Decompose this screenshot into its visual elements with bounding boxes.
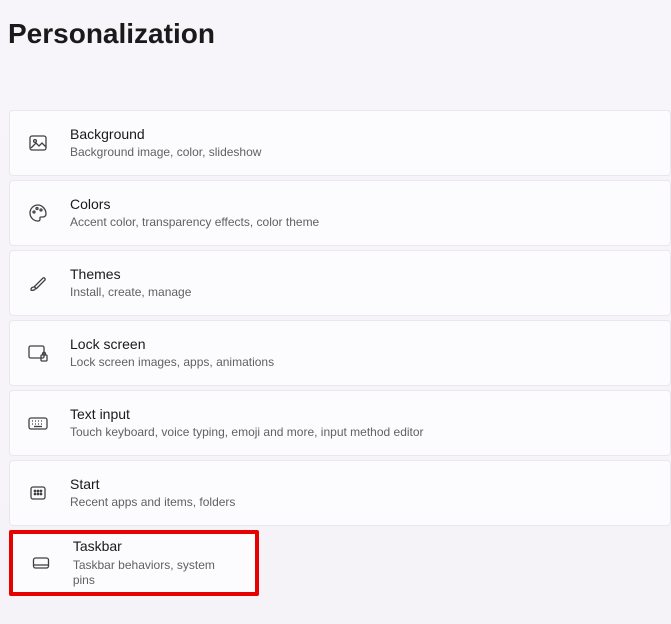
nav-item-text-input[interactable]: Text input Touch keyboard, voice typing,… [9,390,671,456]
highlight-annotation: Taskbar Taskbar behaviors, system pins [9,530,259,596]
lockscreen-icon [26,341,50,365]
item-desc: Recent apps and items, folders [70,495,235,510]
keyboard-icon [26,411,50,435]
item-desc: Install, create, manage [70,285,191,300]
page-title: Personalization [0,0,671,50]
taskbar-icon [29,551,53,575]
brush-icon [26,271,50,295]
item-desc: Touch keyboard, voice typing, emoji and … [70,425,424,440]
item-desc: Background image, color, slideshow [70,145,261,160]
nav-item-taskbar[interactable]: Taskbar Taskbar behaviors, system pins [13,534,255,592]
item-desc: Accent color, transparency effects, colo… [70,215,319,230]
item-title: Background [70,126,261,144]
nav-item-start[interactable]: Start Recent apps and items, folders [9,460,671,526]
palette-icon [26,201,50,225]
settings-list: Background Background image, color, slid… [0,110,671,596]
item-title: Start [70,476,235,494]
item-desc: Lock screen images, apps, animations [70,355,274,370]
item-title: Taskbar [73,538,239,556]
item-title: Text input [70,406,424,424]
nav-item-lock-screen[interactable]: Lock screen Lock screen images, apps, an… [9,320,671,386]
nav-item-colors[interactable]: Colors Accent color, transparency effect… [9,180,671,246]
item-desc: Taskbar behaviors, system pins [73,558,239,588]
nav-item-background[interactable]: Background Background image, color, slid… [9,110,671,176]
item-title: Lock screen [70,336,274,354]
start-icon [26,481,50,505]
picture-icon [26,131,50,155]
item-title: Colors [70,196,319,214]
item-title: Themes [70,266,191,284]
nav-item-themes[interactable]: Themes Install, create, manage [9,250,671,316]
